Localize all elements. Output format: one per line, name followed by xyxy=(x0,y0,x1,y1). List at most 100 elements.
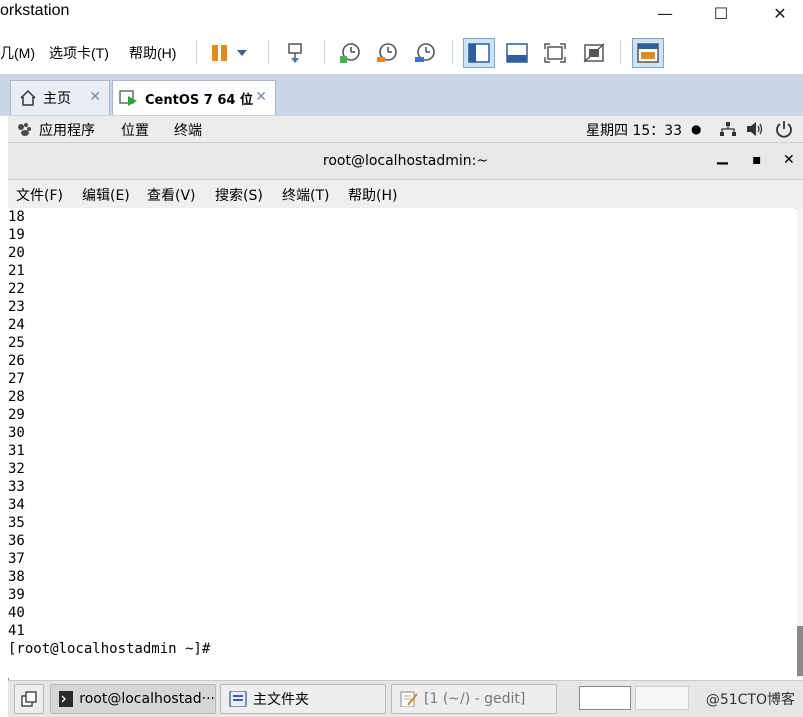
output-line: 19 xyxy=(8,227,25,243)
console-window-icon xyxy=(637,43,659,63)
snapshot-take-button[interactable] xyxy=(334,38,366,68)
gnome-taskbar: root@localhostad··· 主文件夹 [1 (~/) - gedit… xyxy=(8,680,803,717)
taskbar-item-label: 主文件夹 xyxy=(253,692,309,708)
tab-home[interactable]: 主页 ✕ xyxy=(10,80,110,115)
sidebar-layout-icon xyxy=(468,43,490,63)
snapshot-manager-button[interactable] xyxy=(409,38,441,68)
status-dot: ● xyxy=(691,122,702,136)
terminal-icon xyxy=(59,691,74,707)
chevron-down-icon xyxy=(237,50,247,56)
show-desktop-icon xyxy=(21,691,37,707)
console-view-button[interactable] xyxy=(632,38,664,68)
output-line: 18 xyxy=(8,209,25,225)
vm-running-icon xyxy=(119,90,137,106)
gnome-foot-icon xyxy=(18,123,31,136)
show-desktop-button[interactable] xyxy=(14,684,44,714)
workspace-1[interactable] xyxy=(579,686,631,710)
terminal-close-button[interactable]: ✕ xyxy=(783,152,795,168)
clock[interactable]: 星期四 15：33 xyxy=(586,120,682,140)
tab-centos-close-icon[interactable]: ✕ xyxy=(255,89,267,105)
power-icon[interactable] xyxy=(775,120,793,138)
scrollbar-thumb[interactable] xyxy=(797,626,803,676)
thumbnail-bar-button[interactable] xyxy=(501,38,533,68)
terminal-menubar: 文件(F) 编辑(E) 查看(V) 搜索(S) 终端(T) 帮助(H) xyxy=(8,180,803,209)
fullscreen-icon xyxy=(544,43,566,63)
output-line: 35 xyxy=(8,515,25,531)
home-icon xyxy=(20,89,36,106)
gnome-top-bar: 应用程序 位置 终端 星期四 15：33 ● xyxy=(8,116,803,143)
clock-revert-icon xyxy=(377,43,397,62)
pause-icon xyxy=(212,45,227,61)
terminal-menu-view[interactable]: 查看(V) xyxy=(147,185,196,205)
places-menu[interactable]: 位置 xyxy=(121,120,149,140)
terminal-menu-file[interactable]: 文件(F) xyxy=(16,185,63,205)
text-editor-icon xyxy=(400,691,418,707)
snapshot-revert-button[interactable] xyxy=(371,38,403,68)
output-line: 23 xyxy=(8,299,25,315)
power-dropdown[interactable] xyxy=(232,38,252,68)
file-manager-icon xyxy=(229,691,247,707)
output-line: 34 xyxy=(8,497,25,513)
network-send-icon xyxy=(288,43,302,63)
terminal-titlebar: root@localhostadmin:~ ▁ ▪ ✕ xyxy=(8,143,803,180)
vmware-title: orkstation xyxy=(0,2,70,19)
terminal-menu-edit[interactable]: 编辑(E) xyxy=(82,185,130,205)
taskbar-item-label: root@localhostad··· xyxy=(79,691,215,707)
output-line: 27 xyxy=(8,371,25,387)
output-line: 22 xyxy=(8,281,25,297)
terminal-menu-terminal[interactable]: 终端(T) xyxy=(282,185,329,205)
taskbar-item-terminal[interactable]: root@localhostad··· xyxy=(50,684,216,714)
output-line: 33 xyxy=(8,479,25,495)
tab-home-label: 主页 xyxy=(43,91,71,107)
send-ctrl-alt-del-button[interactable] xyxy=(279,38,311,68)
output-line: 20 xyxy=(8,245,25,261)
menu-machine[interactable]: 几(M) xyxy=(0,43,35,63)
terminal-output[interactable]: 18 19 20 21 22 23 24 25 26 27 28 29 30 3… xyxy=(8,208,795,678)
taskbar-item-home-folder[interactable]: 主文件夹 xyxy=(220,684,386,714)
output-line: 25 xyxy=(8,335,25,351)
shell-prompt: [root@localhostadmin ~]# xyxy=(8,641,211,657)
tab-home-close-icon[interactable]: ✕ xyxy=(89,89,101,105)
show-library-button[interactable] xyxy=(463,38,495,68)
maximize-button[interactable]: ☐ xyxy=(698,0,744,26)
tab-centos[interactable]: CentOS 7 64 位 ✕ xyxy=(112,80,276,115)
vmware-toolbar: 几(M) 选项卡(T) 帮助(H) xyxy=(0,30,803,75)
menu-tabs[interactable]: 选项卡(T) xyxy=(49,43,109,63)
terminal-maximize-button[interactable]: ▪ xyxy=(752,152,762,168)
output-line: 38 xyxy=(8,569,25,585)
terminal-menu-search[interactable]: 搜索(S) xyxy=(215,185,263,205)
network-icon[interactable] xyxy=(719,121,737,137)
output-line: 40 xyxy=(8,605,25,621)
output-line: 41 xyxy=(8,623,25,639)
output-line: 37 xyxy=(8,551,25,567)
output-line: 39 xyxy=(8,587,25,603)
tab-centos-label: CentOS 7 64 位 xyxy=(145,92,253,108)
full-screen-button[interactable] xyxy=(539,38,571,68)
menu-help[interactable]: 帮助(H) xyxy=(129,43,176,63)
output-line: 24 xyxy=(8,317,25,333)
minimize-button[interactable]: — xyxy=(642,0,688,26)
output-line: 32 xyxy=(8,461,25,477)
clock-manager-icon xyxy=(415,43,435,62)
applications-menu[interactable]: 应用程序 xyxy=(39,120,95,140)
output-line: 21 xyxy=(8,263,25,279)
close-button[interactable]: ✕ xyxy=(757,0,803,26)
output-line: 31 xyxy=(8,443,25,459)
volume-icon[interactable] xyxy=(746,121,764,137)
output-line: 26 xyxy=(8,353,25,369)
terminal-title: root@localhostadmin:~ xyxy=(322,153,489,169)
taskbar-item-label: [1 (~/) - gedit] xyxy=(424,691,526,707)
terminal-app-menu[interactable]: 终端 xyxy=(174,120,202,140)
tab-strip: 主页 ✕ CentOS 7 64 位 ✕ xyxy=(0,74,803,116)
taskbar-item-gedit[interactable]: [1 (~/) - gedit] xyxy=(391,684,557,714)
unity-button[interactable] xyxy=(578,38,610,68)
vmware-title-bar: orkstation — ☐ ✕ xyxy=(0,0,803,30)
terminal-minimize-button[interactable]: ▁ xyxy=(717,149,728,165)
output-line: 29 xyxy=(8,407,25,423)
workspace-2[interactable] xyxy=(635,686,689,710)
terminal-menu-help[interactable]: 帮助(H) xyxy=(348,185,397,205)
clock-snapshot-icon xyxy=(340,43,360,63)
terminal-scrollbar[interactable] xyxy=(797,208,803,678)
output-line: 36 xyxy=(8,533,25,549)
output-line: 28 xyxy=(8,389,25,405)
